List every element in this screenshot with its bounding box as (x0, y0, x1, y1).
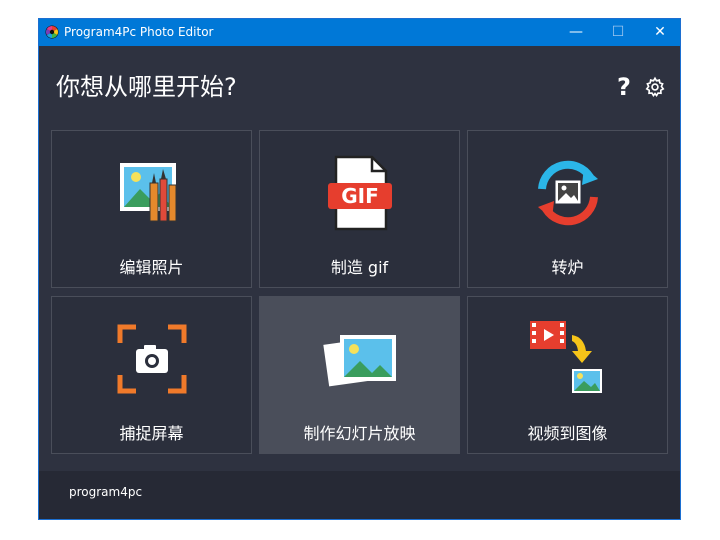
tile-converter[interactable]: 转炉 (467, 130, 668, 288)
gif-file-icon: GIF (327, 155, 392, 231)
tile-label: 转炉 (551, 258, 584, 277)
tile-label: 编辑照片 (119, 258, 184, 277)
maximize-button[interactable]: ☐ (598, 19, 638, 46)
tile-label: 制造 gif (330, 258, 389, 277)
tile-video-to-image[interactable]: 视频到图像 (467, 296, 668, 454)
tile-edit-photo[interactable]: 编辑照片 (51, 130, 252, 288)
app-window: Program4Pc Photo Editor — ☐ ✕ 你想从哪里开始? ?… (38, 18, 681, 520)
app-logo-icon (45, 25, 59, 39)
tile-capture-screen[interactable]: 捕捉屏幕 (51, 296, 252, 454)
tile-make-slideshow[interactable]: 制作幻灯片放映 (259, 296, 460, 454)
close-button[interactable]: ✕ (640, 19, 680, 46)
tile-label: 制作幻灯片放映 (303, 424, 416, 443)
convert-icon (537, 160, 598, 226)
window-title: Program4Pc Photo Editor (64, 25, 214, 39)
video-to-image-icon (529, 321, 602, 393)
slideshow-icon (322, 335, 396, 387)
tile-make-gif[interactable]: GIF 制造 gif (259, 130, 460, 288)
gear-icon[interactable] (644, 76, 666, 98)
tile-label: 捕捉屏幕 (119, 424, 184, 443)
brand-logo: program4pc (69, 485, 143, 499)
title-bar[interactable]: Program4Pc Photo Editor — ☐ ✕ (39, 19, 680, 46)
minimize-button[interactable]: — (556, 19, 596, 46)
gif-label: GIF (341, 184, 379, 208)
page-title: 你想从哪里开始? (56, 73, 237, 101)
screen-capture-icon (117, 324, 186, 394)
help-icon[interactable]: ? (614, 73, 634, 103)
edit-photo-icon (119, 163, 176, 222)
tile-label: 视频到图像 (527, 424, 608, 443)
